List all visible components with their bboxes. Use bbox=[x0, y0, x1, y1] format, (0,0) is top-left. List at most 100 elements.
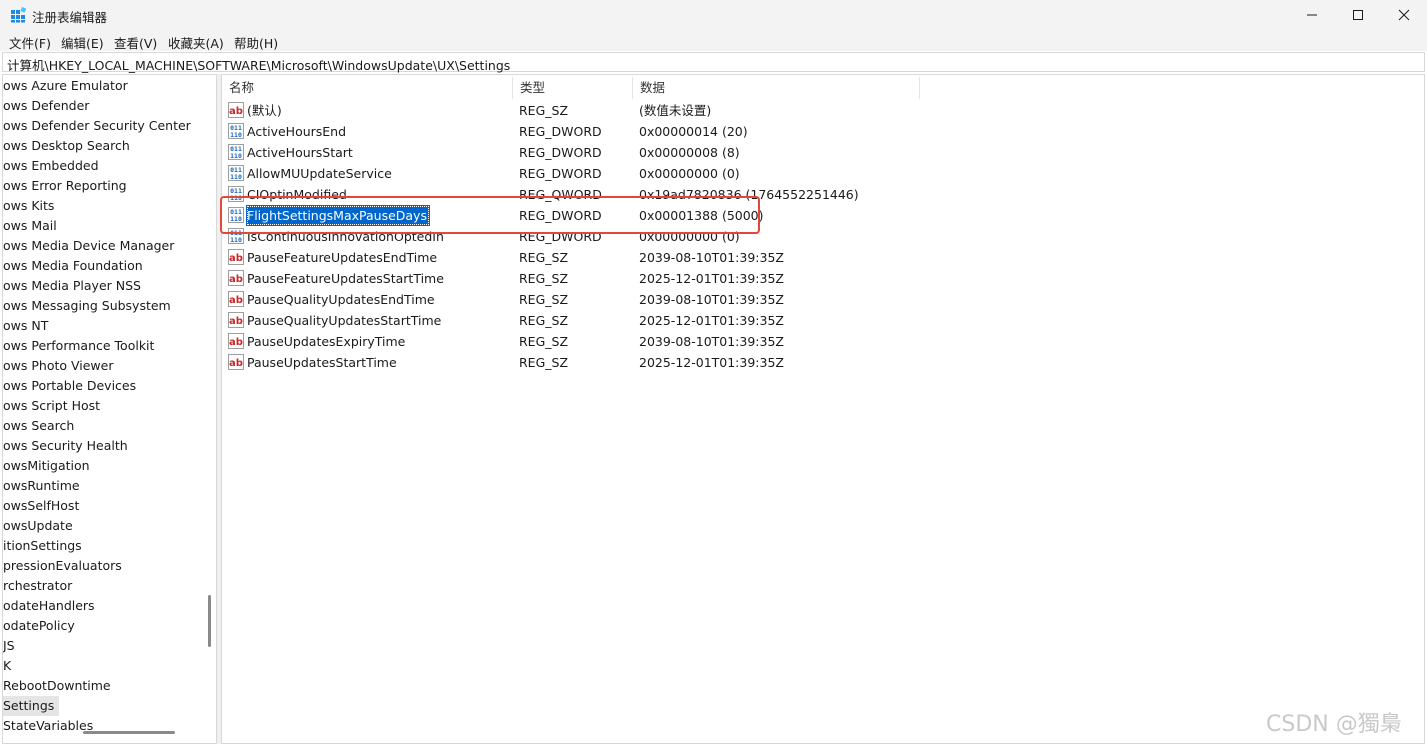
value-type: REG_DWORD bbox=[519, 166, 602, 181]
value-list-pane[interactable]: 名称 类型 数据 ab (默认) REG_SZ (数值未设置) 011 110 Active… bbox=[221, 74, 1425, 744]
value-name-cell[interactable]: ab PauseFeatureUpdatesStartTime bbox=[222, 268, 513, 289]
value-type: REG_SZ bbox=[519, 250, 569, 265]
value-name-cell[interactable]: 011 110 AllowMUUpdateService bbox=[222, 163, 513, 184]
tree-item[interactable]: ows Performance Toolkit bbox=[3, 336, 154, 356]
value-name-cell[interactable]: ab PauseUpdatesStartTime bbox=[222, 352, 513, 373]
tree-item[interactable]: ows Security Health bbox=[3, 436, 128, 456]
tree-item[interactable]: itionSettings bbox=[3, 536, 82, 556]
close-button[interactable] bbox=[1381, 0, 1427, 30]
value-data: 2039-08-10T01:39:35Z bbox=[639, 250, 784, 265]
binary-value-icon: 011 110 bbox=[228, 165, 244, 181]
tree-item[interactable]: odateHandlers bbox=[3, 596, 95, 616]
maximize-button[interactable] bbox=[1335, 0, 1381, 30]
tree-item[interactable]: ows Desktop Search bbox=[3, 136, 130, 156]
menu-file[interactable]: 文件(F) bbox=[9, 33, 51, 52]
value-name-cell[interactable]: ab PauseQualityUpdatesEndTime bbox=[222, 289, 513, 310]
svg-text:ab: ab bbox=[229, 253, 243, 264]
highlight-annotation-box bbox=[220, 196, 760, 234]
tree-item[interactable]: Settings bbox=[3, 696, 60, 716]
value-row[interactable]: 011 110 ActiveHoursEnd REG_DWORD 0x00000014 … bbox=[222, 121, 1422, 142]
column-header-type[interactable]: 类型 bbox=[513, 77, 633, 99]
tree-item[interactable]: ows Messaging Subsystem bbox=[3, 296, 171, 316]
value-row[interactable]: ab PauseQualityUpdatesEndTime REG_SZ 2039-0… bbox=[222, 289, 1422, 310]
tree-item[interactable]: ows Portable Devices bbox=[3, 376, 136, 396]
menu-view[interactable]: 查看(V) bbox=[114, 33, 157, 52]
address-path[interactable]: 计算机\HKEY_LOCAL_MACHINE\SOFTWARE\Microsof… bbox=[7, 55, 510, 74]
value-type: REG_SZ bbox=[519, 334, 569, 349]
tree-item[interactable]: K bbox=[3, 656, 11, 676]
tree-item[interactable]: ows Kits bbox=[3, 196, 54, 216]
value-name-cell[interactable]: ab PauseQualityUpdatesStartTime bbox=[222, 310, 513, 331]
tree-item[interactable]: ows Search bbox=[3, 416, 74, 436]
value-data: 2025-12-01T01:39:35Z bbox=[639, 355, 784, 370]
menu-bar: 文件(F) 编辑(E) 查看(V) 收藏夹(A) 帮助(H) bbox=[0, 30, 1427, 51]
key-tree-pane[interactable]: ows Azure Emulator ows Defender ows Defend… bbox=[2, 74, 217, 744]
value-name-cell[interactable]: ab PauseUpdatesExpiryTime bbox=[222, 331, 513, 352]
value-name-cell[interactable]: ab PauseFeatureUpdatesEndTime bbox=[222, 247, 513, 268]
tree-item[interactable]: ows Media Player NSS bbox=[3, 276, 141, 296]
tree-item[interactable]: ows Script Host bbox=[3, 396, 100, 416]
value-name-cell[interactable]: 011 110 ActiveHoursStart bbox=[222, 142, 513, 163]
tree-item[interactable]: ows Media Device Manager bbox=[3, 236, 174, 256]
tree-item[interactable]: ows Error Reporting bbox=[3, 176, 127, 196]
column-header-data[interactable]: 数据 bbox=[633, 77, 920, 99]
tree-item[interactable]: pressionEvaluators bbox=[3, 556, 122, 576]
minimize-button[interactable] bbox=[1289, 0, 1335, 30]
value-name: AllowMUUpdateService bbox=[247, 166, 392, 181]
value-row[interactable]: 011 110 ActiveHoursStart REG_DWORD 0x0000000… bbox=[222, 142, 1422, 163]
string-value-icon: ab bbox=[228, 270, 244, 286]
tree-item[interactable]: ows NT bbox=[3, 316, 48, 336]
tree-horizontal-scroll-thumb[interactable] bbox=[83, 731, 175, 734]
tree-item[interactable]: owsUpdate bbox=[3, 516, 73, 536]
value-row[interactable]: ab PauseFeatureUpdatesStartTime REG_SZ 2025… bbox=[222, 268, 1422, 289]
tree-item[interactable]: owsRuntime bbox=[3, 476, 80, 496]
title-bar[interactable]: 注册表编辑器 bbox=[0, 0, 1427, 30]
string-value-icon: ab bbox=[228, 354, 244, 370]
svg-text:110: 110 bbox=[230, 173, 242, 181]
value-row[interactable]: ab PauseFeatureUpdatesEndTime REG_SZ 2039-0… bbox=[222, 247, 1422, 268]
value-name-cell[interactable]: ab (默认) bbox=[222, 100, 513, 121]
tree-item[interactable]: owsSelfHost bbox=[3, 496, 79, 516]
tree-vertical-scroll-thumb[interactable] bbox=[208, 595, 211, 647]
tree-item[interactable]: ows Mail bbox=[3, 216, 57, 236]
tree-item[interactable]: JS bbox=[3, 636, 15, 656]
svg-text:ab: ab bbox=[229, 337, 243, 348]
svg-text:110: 110 bbox=[230, 152, 242, 160]
value-type: REG_DWORD bbox=[519, 124, 602, 139]
tree-item[interactable]: ows Embedded bbox=[3, 156, 99, 176]
address-bar[interactable]: 计算机\HKEY_LOCAL_MACHINE\SOFTWARE\Microsof… bbox=[2, 52, 1425, 74]
tree-item[interactable]: ows Photo Viewer bbox=[3, 356, 113, 376]
value-data: (数值未设置) bbox=[639, 103, 712, 118]
tree-item[interactable]: owsMitigation bbox=[3, 456, 90, 476]
tree-item[interactable]: StateVariables bbox=[3, 716, 93, 736]
value-data: 0x00000014 (20) bbox=[639, 124, 748, 139]
value-row[interactable]: ab PauseUpdatesExpiryTime REG_SZ 2039-08-10… bbox=[222, 331, 1422, 352]
window-title: 注册表编辑器 bbox=[32, 10, 108, 25]
value-data: 0x00000008 (8) bbox=[639, 145, 740, 160]
svg-text:ab: ab bbox=[229, 358, 243, 369]
value-name: PauseQualityUpdatesStartTime bbox=[247, 313, 442, 328]
column-header-name[interactable]: 名称 bbox=[222, 77, 513, 99]
tree-item[interactable]: ows Azure Emulator bbox=[3, 76, 128, 96]
value-row[interactable]: ab PauseQualityUpdatesStartTime REG_SZ 2025… bbox=[222, 310, 1422, 331]
value-row[interactable]: 011 110 AllowMUUpdateService REG_DWORD 0x000… bbox=[222, 163, 1422, 184]
value-type: REG_DWORD bbox=[519, 145, 602, 160]
tree-item[interactable]: RebootDowntime bbox=[3, 676, 111, 696]
tree-item[interactable]: rchestrator bbox=[3, 576, 72, 596]
value-type: REG_SZ bbox=[519, 313, 569, 328]
tree-item[interactable]: odatePolicy bbox=[3, 616, 75, 636]
menu-edit[interactable]: 编辑(E) bbox=[61, 33, 104, 52]
string-value-icon: ab bbox=[228, 102, 244, 118]
value-row[interactable]: ab (默认) REG_SZ (数值未设置) bbox=[222, 100, 1422, 121]
tree-item[interactable]: ows Defender Security Center bbox=[3, 116, 191, 136]
close-icon bbox=[1398, 9, 1410, 21]
value-row[interactable]: ab PauseUpdatesStartTime REG_SZ 2025-12-01T… bbox=[222, 352, 1422, 373]
value-data: 2039-08-10T01:39:35Z bbox=[639, 292, 784, 307]
menu-favorites[interactable]: 收藏夹(A) bbox=[168, 33, 224, 52]
value-name-cell[interactable]: 011 110 ActiveHoursEnd bbox=[222, 121, 513, 142]
menu-help[interactable]: 帮助(H) bbox=[234, 33, 278, 52]
value-name: PauseUpdatesExpiryTime bbox=[247, 334, 406, 349]
tree-item[interactable]: ows Defender bbox=[3, 96, 89, 116]
tree-vertical-scrollbar[interactable] bbox=[203, 75, 216, 743]
tree-item[interactable]: ows Media Foundation bbox=[3, 256, 143, 276]
